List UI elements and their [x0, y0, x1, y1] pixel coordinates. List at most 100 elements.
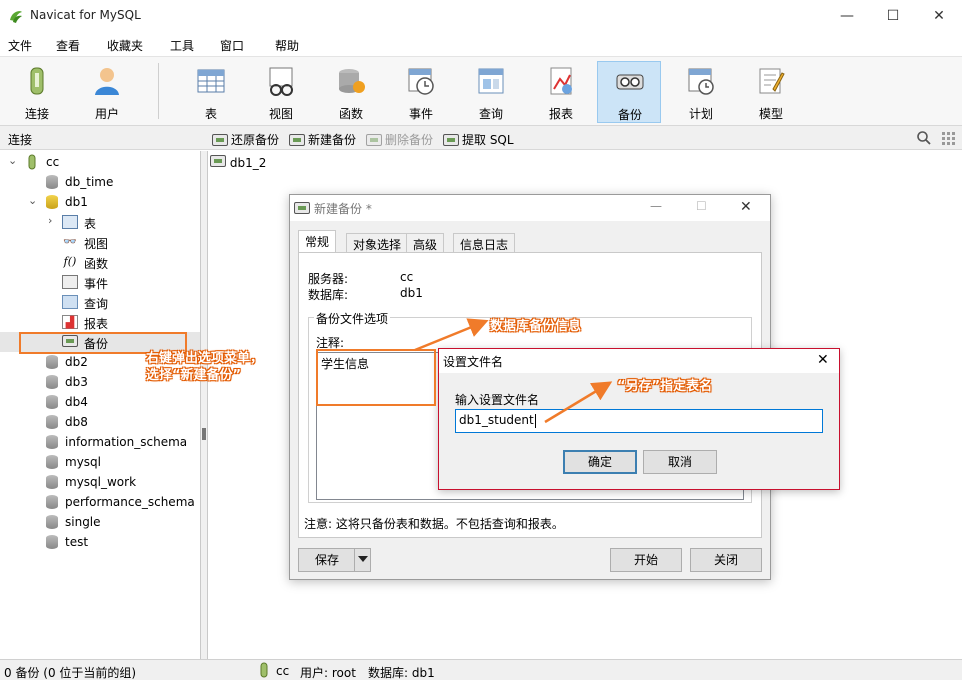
- menu-file[interactable]: 文件: [8, 37, 32, 54]
- tree-item-reports[interactable]: ▟ 报表: [0, 312, 200, 332]
- status-user: 用户: root: [300, 666, 356, 680]
- database-open-icon: [46, 195, 58, 209]
- backup-icon: [616, 74, 644, 90]
- extract-sql-icon: [443, 133, 459, 146]
- dialog-maximize-button[interactable]: ☐: [696, 199, 707, 213]
- tree-item-database[interactable]: db8: [0, 412, 200, 432]
- title-bar: Navicat for MySQL — ☐ ✕: [0, 0, 962, 32]
- dialog-title: 新建备份 *: [314, 202, 372, 216]
- tree-item-database-open[interactable]: ⌄ db1: [0, 192, 200, 212]
- ok-button[interactable]: 确定: [563, 450, 637, 474]
- model-icon: [759, 68, 785, 94]
- save-dropdown-button[interactable]: [354, 548, 371, 572]
- chevron-right-icon[interactable]: ›: [48, 214, 52, 227]
- toolbar-function-button[interactable]: 函数: [319, 61, 383, 123]
- chevron-down-icon[interactable]: ⌄: [8, 154, 17, 167]
- tree-item-database[interactable]: db_time: [0, 172, 200, 192]
- new-backup-button[interactable]: 新建备份: [289, 131, 356, 148]
- tree-item-tables[interactable]: › 表: [0, 212, 200, 232]
- server-label: 服务器:: [308, 272, 349, 286]
- tree-item-database[interactable]: mysql_work: [0, 472, 200, 492]
- tree-item-views[interactable]: 👓 视图: [0, 232, 200, 252]
- toolbar-query-button[interactable]: 查询: [459, 61, 523, 123]
- tree-item-database[interactable]: single: [0, 512, 200, 532]
- tree-item-database[interactable]: information_schema: [0, 432, 200, 452]
- database-icon: [46, 475, 58, 489]
- dialog-note: 注意: 这将只备份表和数据。不包括查询和报表。: [304, 517, 564, 531]
- tree-item-connection[interactable]: ⌄ cc: [0, 152, 200, 172]
- save-button[interactable]: 保存: [298, 548, 356, 572]
- grid-view-icon[interactable]: [940, 130, 956, 146]
- database-icon: [46, 355, 58, 369]
- delete-backup-button[interactable]: 删除备份: [366, 131, 433, 148]
- database-icon: [46, 455, 58, 469]
- close-button[interactable]: ✕: [916, 0, 962, 32]
- tree-item-database[interactable]: mysql: [0, 452, 200, 472]
- annotation-save-as: “另存”指定表名: [617, 379, 713, 394]
- toolbar-separator: [158, 63, 159, 119]
- tree-item-queries[interactable]: 查询: [0, 292, 200, 312]
- filename-dialog-close-button[interactable]: ✕: [817, 352, 829, 368]
- query-icon: [478, 68, 504, 94]
- toolbar-report-button[interactable]: 报表: [529, 61, 593, 123]
- start-button[interactable]: 开始: [610, 548, 682, 572]
- toolbar-backup-button[interactable]: 备份: [597, 61, 661, 123]
- window-title: Navicat for MySQL: [30, 8, 141, 22]
- menu-favorites[interactable]: 收藏夹: [107, 37, 143, 54]
- schedule-icon: [688, 68, 714, 95]
- toolbar-table-button[interactable]: 表: [179, 61, 243, 123]
- menu-window[interactable]: 窗口: [220, 37, 244, 54]
- server-value: cc: [400, 270, 414, 284]
- tree-item-database[interactable]: db4: [0, 392, 200, 412]
- function-icon: [339, 69, 365, 93]
- backup-list-item[interactable]: db1_2: [210, 155, 266, 170]
- toolbar-view-button[interactable]: 视图: [249, 61, 313, 123]
- filename-input[interactable]: db1_student: [455, 409, 823, 433]
- toolbar-connection-button[interactable]: 连接: [5, 61, 69, 123]
- menu-tools[interactable]: 工具: [170, 37, 194, 54]
- database-value: db1: [400, 286, 423, 300]
- close-dialog-button[interactable]: 关闭: [690, 548, 762, 572]
- chevron-down-icon: [357, 556, 368, 562]
- table-icon: [62, 215, 78, 229]
- toolbar-user-button[interactable]: 用户: [75, 61, 139, 123]
- tree-item-functions[interactable]: f() 函数: [0, 252, 200, 272]
- dialog-title-bar: 新建备份 * — ☐ ✕: [290, 195, 770, 221]
- search-icon[interactable]: [916, 130, 932, 146]
- dialog-close-button[interactable]: ✕: [740, 199, 752, 215]
- menu-view[interactable]: 查看: [56, 37, 80, 54]
- maximize-button[interactable]: ☐: [870, 0, 916, 32]
- chevron-down-icon[interactable]: ⌄: [28, 194, 37, 207]
- query-icon: [62, 295, 78, 309]
- view-icon: [269, 67, 293, 96]
- event-icon: [408, 68, 434, 95]
- tab-general[interactable]: 常规: [298, 230, 337, 252]
- tab-advanced[interactable]: 高级: [406, 233, 445, 253]
- function-icon: f(): [63, 255, 77, 268]
- tree-item-database[interactable]: test: [0, 532, 200, 552]
- report-icon: [550, 67, 572, 95]
- tab-object-selection[interactable]: 对象选择: [346, 233, 409, 253]
- dialog-minimize-button[interactable]: —: [650, 199, 662, 213]
- status-bar: 0 备份 (0 位于当前的组) cc 用户: root 数据库: db1: [0, 659, 962, 680]
- toolbar-model-button[interactable]: 模型: [739, 61, 803, 123]
- group-label: 备份文件选项: [314, 310, 391, 327]
- extract-sql-button[interactable]: 提取 SQL: [443, 131, 514, 148]
- annotation-db-backup-info: 数据库备份信息: [490, 319, 582, 334]
- tab-message-log[interactable]: 信息日志: [453, 233, 516, 253]
- database-icon: [46, 415, 58, 429]
- connection-pane-label: 连接: [8, 133, 33, 147]
- tree-item-events[interactable]: 事件: [0, 272, 200, 292]
- database-icon: [46, 395, 58, 409]
- tree-item-database[interactable]: performance_schema: [0, 492, 200, 512]
- minimize-button[interactable]: —: [824, 0, 870, 32]
- database-label: 数据库:: [308, 288, 349, 302]
- database-icon: [46, 535, 58, 549]
- splitter-grip[interactable]: [202, 428, 206, 440]
- status-database: 数据库: db1: [368, 666, 435, 680]
- toolbar-event-button[interactable]: 事件: [389, 61, 453, 123]
- toolbar-schedule-button[interactable]: 计划: [669, 61, 733, 123]
- menu-help[interactable]: 帮助: [275, 37, 299, 54]
- cancel-button[interactable]: 取消: [643, 450, 717, 474]
- restore-backup-button[interactable]: 还原备份: [212, 131, 279, 148]
